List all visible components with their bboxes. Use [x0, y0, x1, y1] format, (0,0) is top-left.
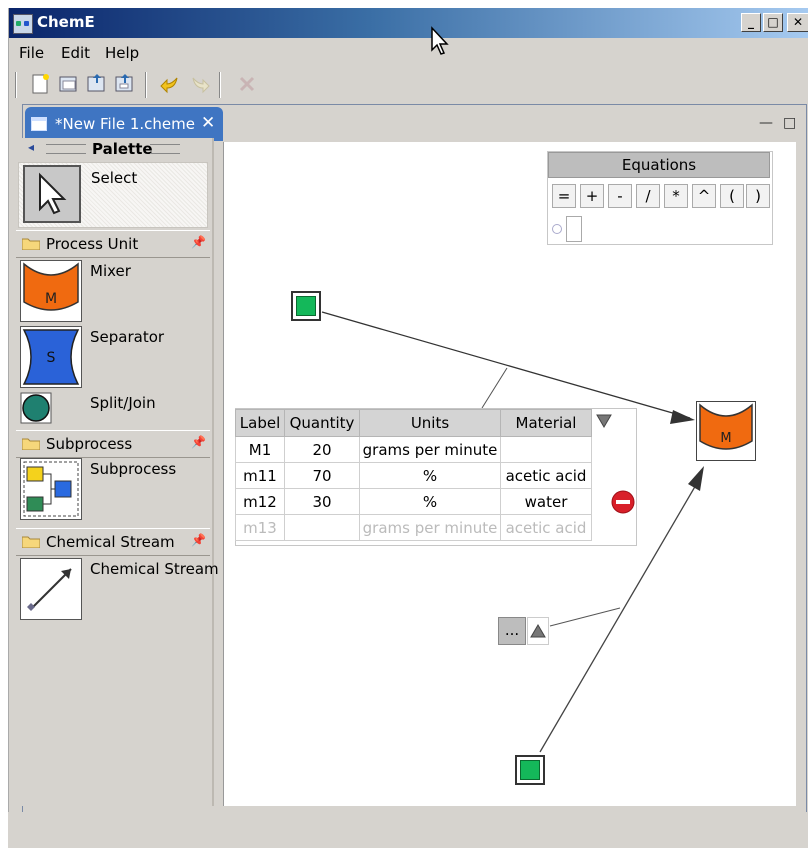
table-row[interactable]: M1 20 grams per minute [235, 436, 592, 463]
cell-units[interactable]: grams per minute [359, 514, 501, 541]
cell-label[interactable]: M1 [235, 436, 285, 463]
column-header-material[interactable]: Material [500, 409, 592, 437]
cell-material[interactable]: acetic acid [500, 462, 592, 489]
cell-quantity[interactable]: 70 [284, 462, 360, 489]
source-node[interactable] [515, 755, 545, 785]
status-bar [8, 812, 808, 848]
cell-quantity[interactable]: 20 [284, 436, 360, 463]
equation-radio[interactable] [552, 224, 562, 234]
cell-units[interactable]: % [359, 488, 501, 515]
cell-units[interactable]: % [359, 462, 501, 489]
cell-quantity[interactable] [284, 514, 360, 541]
mixer-node[interactable]: M [696, 401, 756, 461]
equation-input[interactable] [566, 216, 582, 242]
eq-button-plus[interactable]: + [580, 184, 604, 208]
cell-quantity[interactable]: 30 [284, 488, 360, 515]
eq-button-open-paren[interactable]: ( [720, 184, 744, 208]
equations-panel: Equations = + - / * ^ ( ) [547, 151, 773, 245]
mixer-node-glyph: M [720, 431, 731, 446]
equations-title: Equations [548, 152, 770, 178]
cell-material[interactable]: water [500, 488, 592, 515]
stream-line[interactable] [321, 311, 691, 419]
cell-units[interactable]: grams per minute [359, 436, 501, 463]
table-leader-line [481, 367, 508, 409]
mouse-cursor-icon [431, 26, 449, 55]
cell-label[interactable]: m11 [235, 462, 285, 489]
cell-label[interactable]: m13 [235, 514, 285, 541]
table-row[interactable]: m12 30 % water [235, 488, 592, 515]
eq-button-equals[interactable]: = [552, 184, 576, 208]
expand-triangle-icon[interactable] [527, 617, 549, 645]
eq-button-minus[interactable]: - [608, 184, 632, 208]
source-node[interactable] [291, 291, 321, 321]
column-header-quantity[interactable]: Quantity [284, 409, 360, 437]
column-header-label[interactable]: Label [235, 409, 285, 437]
eq-button-multiply[interactable]: * [664, 184, 688, 208]
eq-button-close-paren[interactable]: ) [746, 184, 770, 208]
leader-line [549, 607, 621, 627]
table-row-new[interactable]: m13 grams per minute acetic acid [235, 514, 592, 541]
cell-label[interactable]: m12 [235, 488, 285, 515]
table-row[interactable]: m11 70 % acetic acid [235, 462, 592, 489]
eq-button-divide[interactable]: / [636, 184, 660, 208]
arrowhead [670, 410, 695, 424]
cell-material[interactable]: acetic acid [500, 514, 592, 541]
eq-button-power[interactable]: ^ [692, 184, 716, 208]
collapse-triangle-icon[interactable] [596, 414, 612, 428]
stream-table: Label Quantity Units Material M1 20 gram… [235, 409, 592, 541]
column-header-units[interactable]: Units [359, 409, 501, 437]
remove-row-icon[interactable] [611, 490, 635, 514]
cell-material[interactable] [500, 436, 592, 463]
expand-stream-button[interactable]: ... [498, 617, 526, 645]
arrowhead [688, 466, 704, 491]
